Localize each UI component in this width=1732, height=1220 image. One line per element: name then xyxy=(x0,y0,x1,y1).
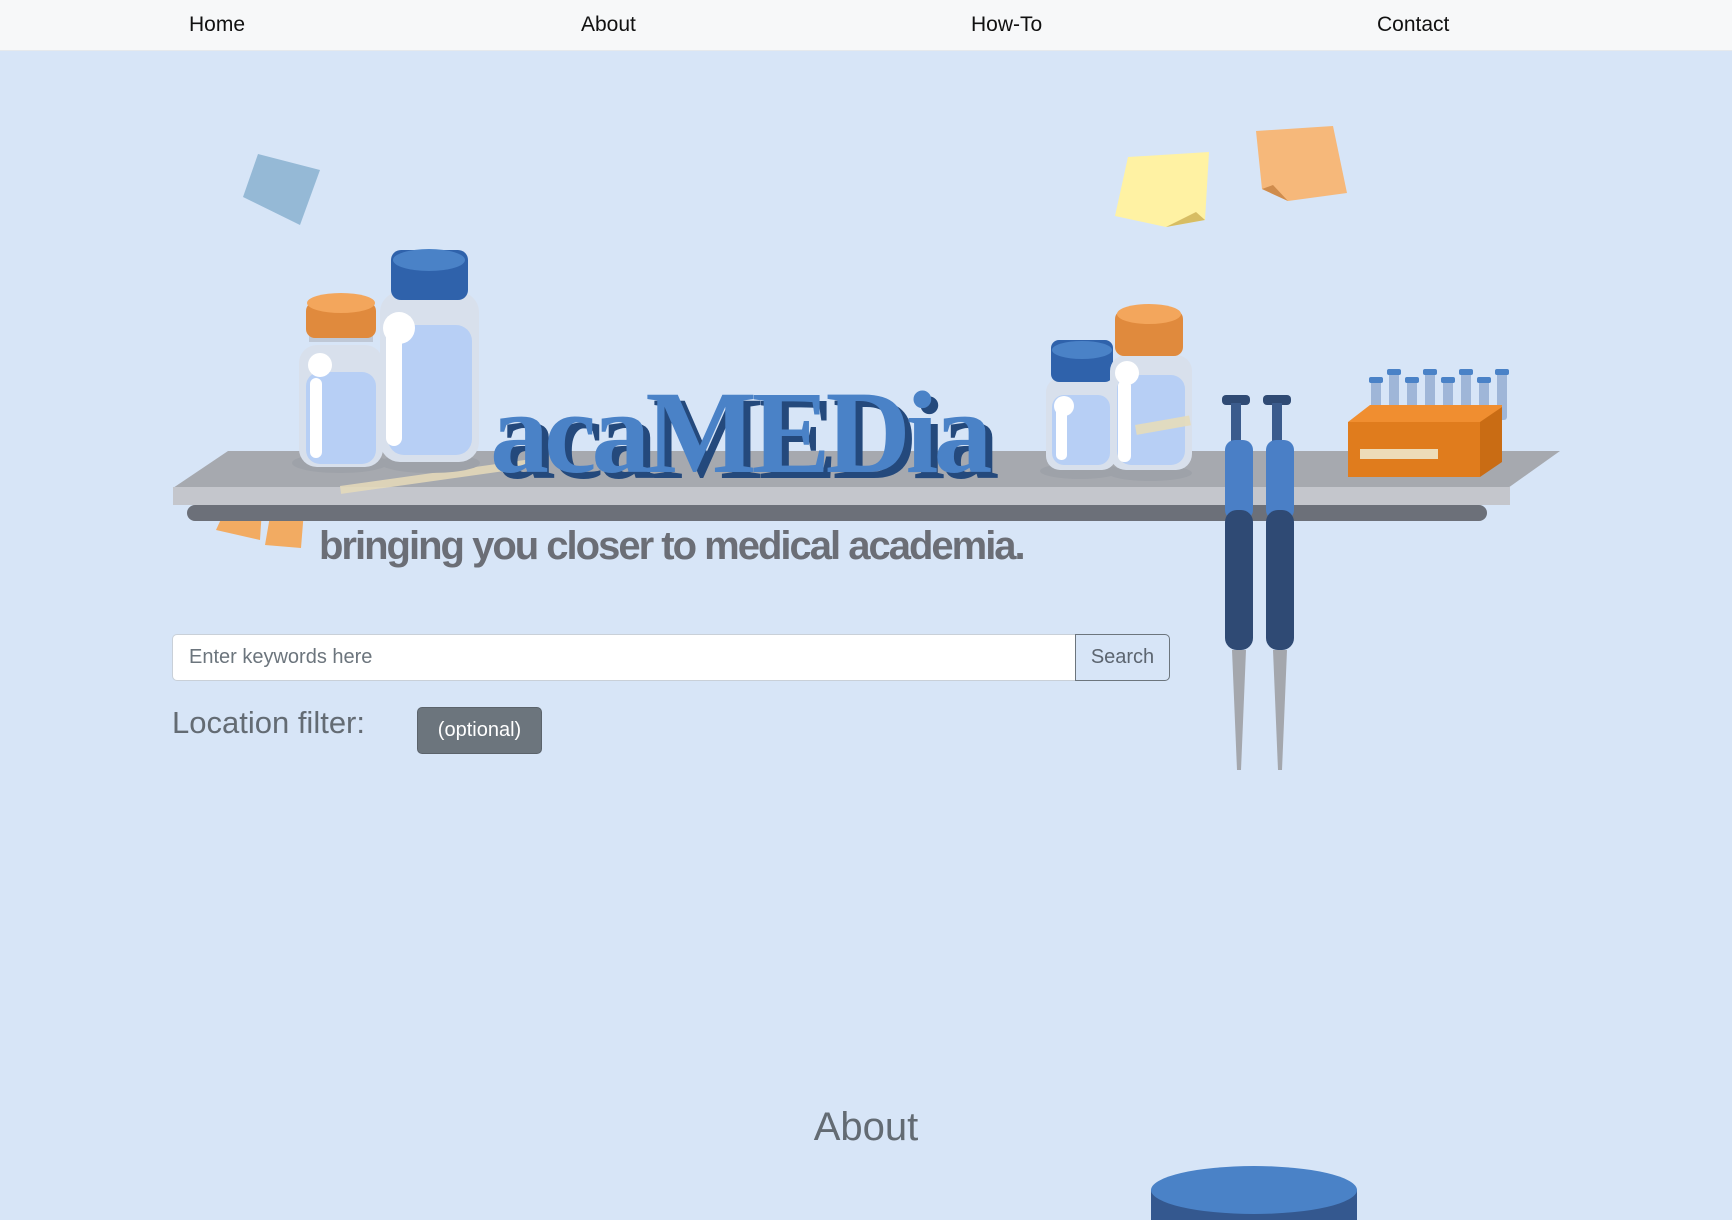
location-filter-label: Location filter: xyxy=(172,705,365,740)
nav-contact-link[interactable]: Contact xyxy=(1377,13,1449,37)
search-button[interactable]: Search xyxy=(1075,634,1170,681)
about-heading: About xyxy=(813,1105,919,1149)
tagline-text: bringing you closer to medical academia. xyxy=(319,524,1024,568)
test-tube-rack-icon xyxy=(1348,369,1509,477)
lab-bottle-icon xyxy=(1040,340,1120,479)
nav-about-link[interactable]: About xyxy=(581,13,636,37)
pipette-icon xyxy=(1222,395,1253,770)
search-input[interactable] xyxy=(172,634,1075,681)
nav-home-link[interactable]: Home xyxy=(189,13,245,37)
location-filter-button[interactable]: (optional) xyxy=(417,707,542,754)
lab-bottle-icon xyxy=(1108,304,1192,481)
sticky-note-icon xyxy=(243,154,320,225)
pipette-icon xyxy=(1263,395,1294,770)
nav-howto-link[interactable]: How-To xyxy=(971,13,1042,37)
sticky-note-icon xyxy=(1115,152,1209,227)
lab-bottle-icon xyxy=(1151,1166,1357,1220)
search-bar: Search xyxy=(172,634,1170,681)
lab-bottle-icon xyxy=(292,293,388,473)
top-navbar: Home About How-To Contact xyxy=(0,0,1732,51)
lab-bottle-icon xyxy=(380,249,480,473)
logo-text: acaMEDia xyxy=(490,367,991,498)
hero-banner-illustration: acaMEDia acaMEDia bringing you closer to… xyxy=(173,126,1560,770)
sticky-note-icon xyxy=(1256,126,1347,201)
